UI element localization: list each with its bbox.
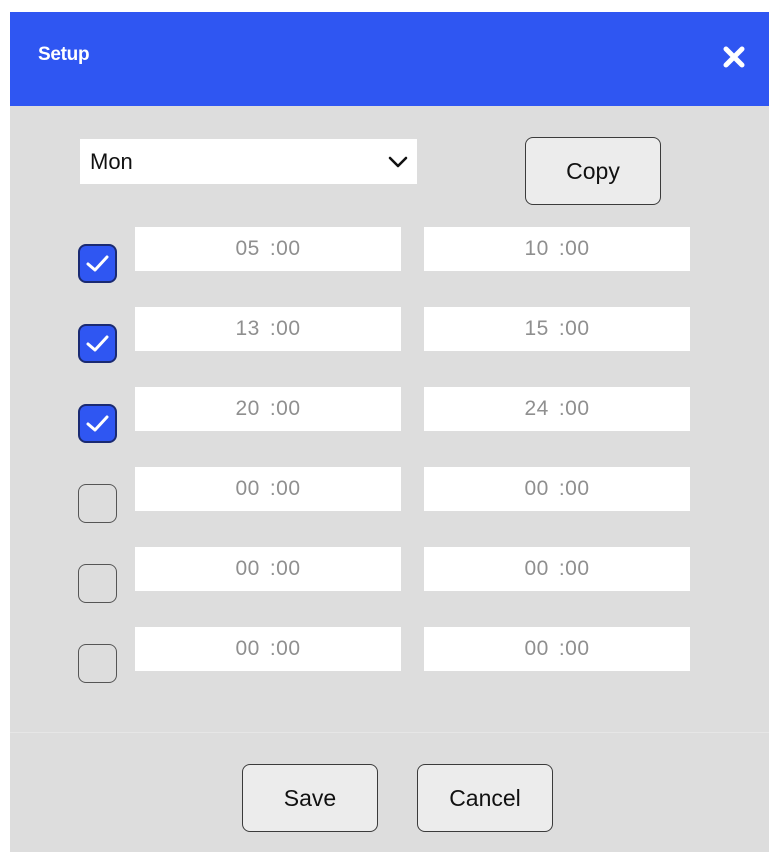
slot-end-time-text: 24 :00 [424, 397, 690, 421]
footer-divider [10, 732, 769, 733]
slot-end-minute[interactable]: :00 [559, 477, 590, 501]
slot-start-time-field[interactable]: 00 :00 [135, 547, 401, 591]
slot-start-minute[interactable]: :00 [270, 637, 301, 661]
slot-start-hour[interactable]: 00 [235, 477, 259, 501]
cancel-button[interactable]: Cancel [417, 764, 553, 832]
slot-end-time-field[interactable]: 00 :00 [424, 547, 690, 591]
slot-end-time-text: 00 :00 [424, 557, 690, 581]
slot-end-time-field[interactable]: 15 :00 [424, 307, 690, 351]
dialog-title: Setup [38, 44, 90, 65]
slot-enable-checkbox[interactable] [78, 324, 117, 363]
checkmark-icon [86, 335, 109, 352]
slot-end-time-field[interactable]: 00 :00 [424, 467, 690, 511]
slot-end-time-field[interactable]: 24 :00 [424, 387, 690, 431]
slot-end-time-field[interactable]: 00 :00 [424, 627, 690, 671]
slot-start-time-text: 20 :00 [135, 397, 401, 421]
slot-enable-checkbox[interactable] [78, 244, 117, 283]
time-slot-row: 13 :00 15 :00 [10, 300, 769, 363]
slot-start-minute[interactable]: :00 [270, 317, 301, 341]
close-icon [723, 46, 745, 68]
slot-start-time-field[interactable]: 20 :00 [135, 387, 401, 431]
slot-end-minute[interactable]: :00 [559, 397, 590, 421]
setup-dialog: Setup Mon Copy 05 :00 10 :00 13 :00 15 :00 20 :00… [10, 12, 769, 852]
slot-start-time-field[interactable]: 00 :00 [135, 467, 401, 511]
slot-start-time-text: 13 :00 [135, 317, 401, 341]
time-slot-row: 05 :00 10 :00 [10, 220, 769, 283]
slot-end-time-text: 15 :00 [424, 317, 690, 341]
checkmark-icon [86, 255, 109, 272]
slot-start-time-field[interactable]: 13 :00 [135, 307, 401, 351]
slot-start-time-field[interactable]: 00 :00 [135, 627, 401, 671]
slot-end-minute[interactable]: :00 [559, 237, 590, 261]
slot-start-hour[interactable]: 05 [235, 237, 259, 261]
slot-start-time-text: 00 :00 [135, 557, 401, 581]
slot-end-hour[interactable]: 00 [524, 637, 548, 661]
slot-start-minute[interactable]: :00 [270, 237, 301, 261]
chevron-down-icon [388, 156, 408, 168]
checkmark-icon [86, 415, 109, 432]
slot-end-time-text: 00 :00 [424, 637, 690, 661]
slot-end-time-text: 00 :00 [424, 477, 690, 501]
slot-start-minute[interactable]: :00 [270, 397, 301, 421]
slot-start-time-text: 05 :00 [135, 237, 401, 261]
slot-start-minute[interactable]: :00 [270, 557, 301, 581]
copy-button[interactable]: Copy [525, 137, 661, 205]
slot-end-hour[interactable]: 10 [524, 237, 548, 261]
time-slot-row: 20 :00 24 :00 [10, 380, 769, 443]
time-slot-row: 00 :00 00 :00 [10, 460, 769, 523]
slot-enable-checkbox[interactable] [78, 564, 117, 603]
slot-enable-checkbox[interactable] [78, 644, 117, 683]
dialog-titlebar: Setup [10, 12, 769, 106]
slot-end-hour[interactable]: 15 [524, 317, 548, 341]
slot-end-hour[interactable]: 00 [524, 477, 548, 501]
slot-start-hour[interactable]: 00 [235, 557, 259, 581]
day-select-value: Mon [90, 149, 133, 174]
slot-end-minute[interactable]: :00 [559, 637, 590, 661]
slot-end-hour[interactable]: 00 [524, 557, 548, 581]
slot-start-time-text: 00 :00 [135, 637, 401, 661]
slot-end-minute[interactable]: :00 [559, 557, 590, 581]
slot-start-hour[interactable]: 20 [235, 397, 259, 421]
time-slot-row: 00 :00 00 :00 [10, 540, 769, 603]
slot-start-minute[interactable]: :00 [270, 477, 301, 501]
close-button[interactable] [717, 40, 751, 74]
slot-enable-checkbox[interactable] [78, 404, 117, 443]
save-button[interactable]: Save [242, 764, 378, 832]
slot-start-hour[interactable]: 13 [235, 317, 259, 341]
slot-start-time-field[interactable]: 05 :00 [135, 227, 401, 271]
slot-enable-checkbox[interactable] [78, 484, 117, 523]
day-select[interactable]: Mon [80, 139, 417, 184]
slot-start-hour[interactable]: 00 [235, 637, 259, 661]
time-slot-row: 00 :00 00 :00 [10, 620, 769, 683]
slot-end-time-field[interactable]: 10 :00 [424, 227, 690, 271]
slot-end-hour[interactable]: 24 [524, 397, 548, 421]
slot-start-time-text: 00 :00 [135, 477, 401, 501]
slot-end-time-text: 10 :00 [424, 237, 690, 261]
slot-end-minute[interactable]: :00 [559, 317, 590, 341]
